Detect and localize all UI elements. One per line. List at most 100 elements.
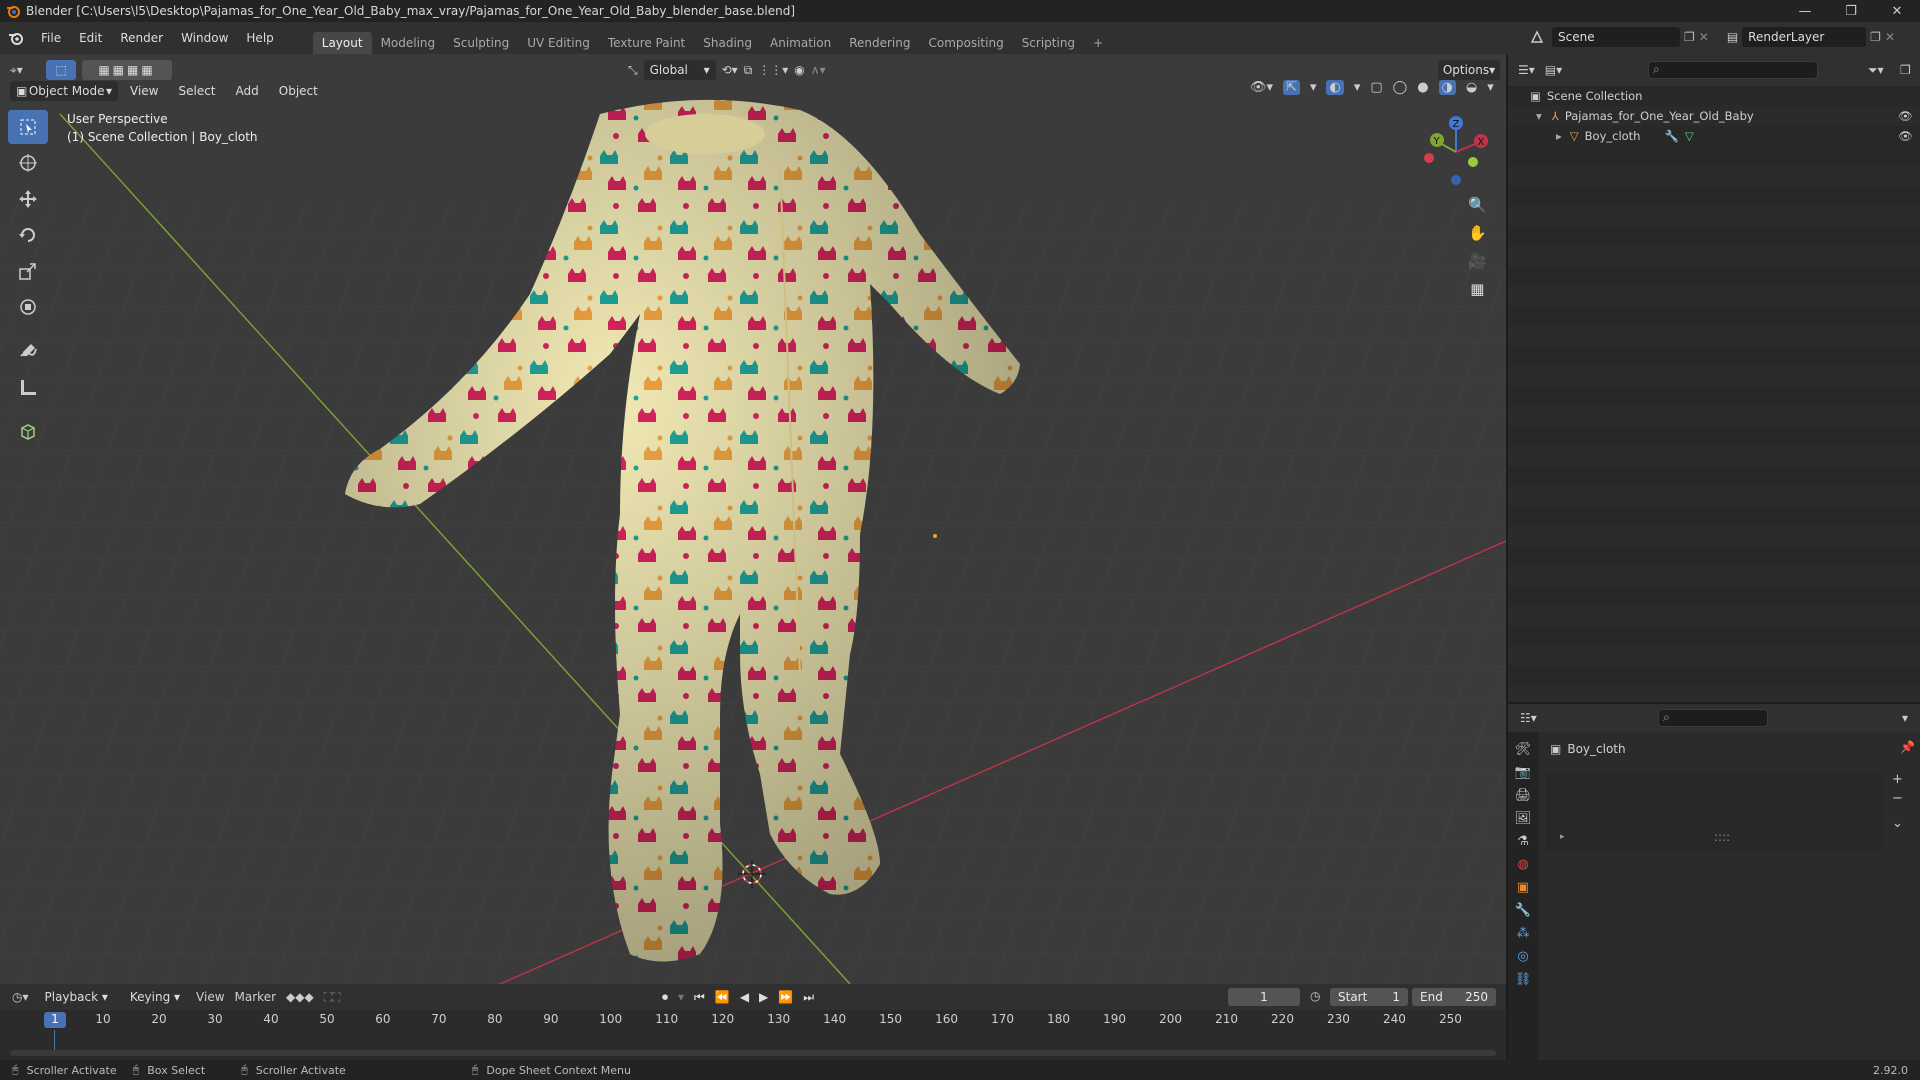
new-render-layer-icon[interactable]: ❐ [1870,30,1881,44]
properties-editor-icon[interactable]: ☷▾ [1520,711,1537,725]
select-box-tool-icon[interactable] [8,110,48,144]
jump-end-button[interactable]: ⏭ [803,990,814,1005]
selection-mode-buttons[interactable]: ▦▦▦▦ [82,60,172,80]
editor-type-icon[interactable]: ⌖▾ [10,63,40,78]
new-collection-icon[interactable]: ❐ [1900,63,1911,77]
constraints-properties-icon[interactable]: ⛓ [1515,972,1532,987]
expand-arrow-icon[interactable]: ▾ [1536,109,1542,123]
minimize-button[interactable]: — [1782,0,1828,22]
gizmo-dropdown-icon[interactable]: ▾ [1310,80,1317,95]
scene-name-field[interactable]: Scene [1552,27,1680,47]
world-properties-icon[interactable]: ◍ [1517,857,1528,872]
camera-view-icon[interactable]: 🎥 [1468,252,1487,270]
mesh-data-icon[interactable]: ▽ [1685,129,1694,143]
scale-tool-icon[interactable] [8,254,48,288]
close-button[interactable]: ✕ [1874,0,1920,22]
physics-properties-icon[interactable]: ◎ [1517,949,1528,964]
visibility-icon[interactable]: 👁▾ [1250,80,1273,95]
xray-icon[interactable]: ▢ [1370,80,1382,95]
expand-arrow-icon[interactable]: ▸ [1560,832,1565,842]
end-frame-field[interactable]: End 250 [1412,988,1496,1006]
tab-rendering[interactable]: Rendering [840,32,919,54]
pin-icon[interactable]: 📌 [1900,740,1915,754]
options-chevron-icon[interactable]: ▾ [1902,711,1908,725]
navigation-gizmo[interactable]: Z X Y [1416,112,1496,192]
add-cube-tool-icon[interactable] [8,414,48,448]
material-preview-icon[interactable]: ◑ [1438,80,1456,95]
keyframe-insert-icon[interactable]: ⛶⛶ [324,990,341,1005]
timeline-marker-menu[interactable]: Marker [235,990,276,1004]
rotate-tool-icon[interactable] [8,218,48,252]
view-layer-icon[interactable]: 🖼 [1515,811,1532,826]
viewport-menu-view[interactable]: View [122,84,166,98]
outliner-editor-icon[interactable]: ☰▾ [1518,63,1535,77]
shading-dropdown-icon[interactable]: ▾ [1487,80,1494,95]
menu-window[interactable]: Window [172,31,237,45]
transform-orientation-icon[interactable]: ⤡ [628,63,638,78]
scene-icon[interactable] [1526,27,1548,47]
outliner-row-pajamas[interactable]: ▾ ⅄ Pajamas_for_One_Year_Old_Baby 👁 [1508,106,1920,126]
playback-menu[interactable]: Playback ▾ [39,987,114,1007]
select-tool-icon[interactable]: ⬚ [46,60,76,80]
overlay-toggle-icon[interactable]: ◐ [1326,80,1344,95]
scene-properties-icon[interactable]: ⚗ [1517,834,1529,849]
modifier-properties-icon[interactable]: 🔧 [1515,903,1531,918]
blender-menu-icon[interactable] [0,30,32,46]
render-layer-field[interactable]: RenderLayer [1742,27,1867,47]
add-slot-button[interactable]: + [1892,772,1903,787]
orthographic-grid-icon[interactable]: ▦ [1470,280,1484,298]
timeline-editor-icon[interactable]: ◷▾ [12,990,29,1004]
menu-render[interactable]: Render [111,31,172,45]
object-properties-icon[interactable]: ▣ [1517,880,1529,895]
delete-render-layer-icon[interactable]: ✕ [1885,30,1895,44]
solid-shading-icon[interactable]: ● [1417,80,1428,95]
keying-menu[interactable]: Keying ▾ [124,987,186,1007]
annotate-tool-icon[interactable] [8,334,48,368]
snap-settings-icon[interactable]: ⋮⋮▾ [758,63,788,77]
jump-next-key-button[interactable]: ⏩ [778,990,793,1005]
jump-start-button[interactable]: ⏮ [694,990,705,1005]
collapse-arrow-icon[interactable]: ▸ [1556,129,1562,143]
visibility-eye-icon[interactable]: 👁 [1898,129,1913,143]
viewport-menu-object[interactable]: Object [271,84,326,98]
tool-settings-icon[interactable]: 🛠 [1515,742,1532,757]
menu-file[interactable]: File [32,31,70,45]
pivot-point-icon[interactable]: ⟲▾ [722,63,738,77]
tab-shading[interactable]: Shading [694,32,761,54]
keyframe-nav-icon[interactable]: ◆◆◆ [286,990,314,1004]
pan-hand-icon[interactable]: ✋ [1468,224,1487,242]
falloff-icon[interactable]: ∧▾ [811,63,826,77]
tab-layout[interactable]: Layout [312,32,372,54]
cursor-tool-icon[interactable] [8,146,48,180]
render-layer-icon[interactable]: ▤ [1727,30,1738,44]
new-scene-icon[interactable]: ❐ [1684,30,1695,44]
rendered-shading-icon[interactable]: ◒ [1466,80,1477,95]
tab-sculpting[interactable]: Sculpting [444,32,518,54]
options-button[interactable]: Options ▾ [1438,60,1500,80]
auto-key-dropdown-icon[interactable]: ▾ [678,990,684,1005]
menu-edit[interactable]: Edit [70,31,111,45]
resize-handle[interactable]: :::: [1714,830,1730,844]
delete-scene-icon[interactable]: ✕ [1699,30,1709,44]
tab-uv-editing[interactable]: UV Editing [518,32,599,54]
zoom-icon[interactable]: 🔍 [1468,196,1487,214]
display-mode-icon[interactable]: ▤▾ [1545,63,1562,77]
restore-button[interactable]: ❐ [1828,0,1874,22]
tab-texture-paint[interactable]: Texture Paint [599,32,694,54]
add-workspace-button[interactable]: + [1084,32,1112,54]
remove-slot-button[interactable]: − [1892,791,1903,806]
object-mode-dropdown[interactable]: ▣ Object Mode ▾ [10,81,118,101]
tab-modeling[interactable]: Modeling [372,32,445,54]
snap-icon[interactable]: ⧉ [744,63,753,78]
outliner-search-input[interactable]: ⌕ [1648,61,1818,79]
visibility-eye-icon[interactable]: 👁 [1898,109,1913,123]
3d-viewport[interactable] [0,54,1506,984]
preview-range-icon[interactable]: ◷ [1310,989,1320,1003]
particles-properties-icon[interactable]: ⁂ [1517,926,1530,941]
tab-animation[interactable]: Animation [761,32,840,54]
move-tool-icon[interactable] [8,182,48,216]
properties-search-input[interactable]: ⌕ [1658,709,1768,727]
viewport-menu-add[interactable]: Add [228,84,267,98]
tab-scripting[interactable]: Scripting [1013,32,1084,54]
menu-help[interactable]: Help [237,31,282,45]
